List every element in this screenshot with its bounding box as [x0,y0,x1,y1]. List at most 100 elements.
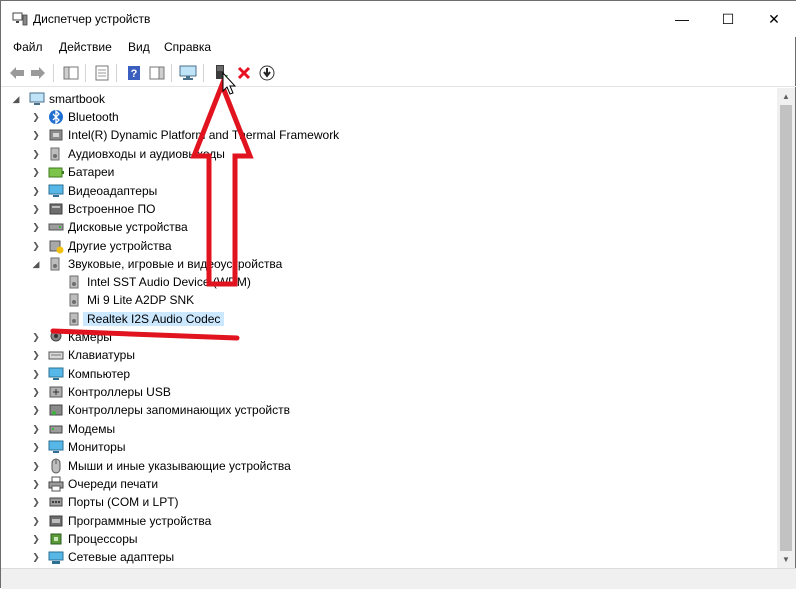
network-adapter-icon [48,551,64,564]
expand-chevron-icon[interactable]: ❯ [31,182,41,200]
expand-chevron-icon[interactable]: ❯ [31,126,41,144]
battery-icon [48,167,64,178]
tree-category-row[interactable]: ❯ Батареи [2,163,402,181]
toolbar: ? [1,59,796,87]
scroll-up-icon[interactable]: ▲ [777,88,795,105]
expand-chevron-icon[interactable]: ❯ [31,530,41,548]
expand-chevron-icon[interactable]: ❯ [31,512,41,530]
tree-category-label: Встроенное ПО [68,202,156,216]
expand-chevron-icon[interactable]: ❯ [31,163,41,181]
tree-category-row[interactable]: ❯ Компьютер [2,365,402,383]
tree-category-label: Камеры [68,330,112,344]
title-bar[interactable]: Диспетчер устройств — ☐ ✕ [1,1,796,37]
tree-category-row[interactable]: ❯ Порты (COM и LPT) [2,493,402,511]
bluetooth-icon [49,109,63,125]
minimize-button[interactable]: — [659,1,705,37]
expand-chevron-icon[interactable]: ❯ [31,365,41,383]
tree-category-row[interactable]: ❯ Камеры [2,328,402,346]
scroll-down-icon[interactable]: ▼ [777,551,795,568]
tree-category-row[interactable]: ❯ Клавиатуры [2,346,402,364]
tree-category-row[interactable]: ❯ Очереди печати [2,475,402,493]
tree-device-row[interactable]: Mi 9 Lite A2DP SNK [2,291,402,309]
tree-category-row[interactable]: ❯ Программные устройства [2,512,402,530]
disable-device-button[interactable] [257,63,277,83]
action-pane-button[interactable] [147,63,167,83]
tree-category-label: Видеоадаптеры [68,184,158,198]
expand-chevron-icon[interactable]: ❯ [31,108,41,126]
menu-view[interactable]: Вид [127,40,151,54]
tree-category-row[interactable]: ❯ Контроллеры USB [2,383,402,401]
tree-category-row[interactable]: ❯ Intel(R) Dynamic Platform and Thermal … [2,126,402,144]
expand-chevron-icon[interactable]: ❯ [31,420,41,438]
storage-controller-icon [49,404,63,416]
tree-category-row[interactable]: ❯ Аудиовходы и аудиовыходы [2,145,402,163]
expand-chevron-icon[interactable]: ❯ [31,328,41,346]
device-tree[interactable]: ◢ smartbook ❯ Bluetooth ❯ Intel(R) Dynam… [2,88,778,568]
tree-category-row[interactable]: ❯ Встроенное ПО [2,200,402,218]
properties-button[interactable] [92,63,112,83]
download-icon [259,65,275,81]
maximize-button[interactable]: ☐ [705,1,751,37]
expand-chevron-icon[interactable]: ❯ [31,438,41,456]
expand-chevron-icon[interactable]: ❯ [31,383,41,401]
tree-device-row-selected[interactable]: Realtek I2S Audio Codec [2,310,402,328]
show-hide-tree-button[interactable] [61,63,81,83]
processor-icon [50,533,62,545]
menu-action[interactable]: Действие [58,40,113,54]
expand-chevron-icon[interactable]: ❯ [31,145,41,163]
device-manager-app-icon [12,12,28,26]
tree-category-row[interactable]: ❯ Bluetooth [2,108,402,126]
tree-category-label: Звуковые, игровые и видеоустройства [68,257,283,271]
help-button[interactable]: ? [124,63,144,83]
close-button[interactable]: ✕ [751,1,796,37]
tree-category-label: Очереди печати [68,477,159,491]
expand-chevron-icon[interactable]: ❯ [31,200,41,218]
monitor-icon [48,440,64,453]
modem-icon [49,425,63,434]
back-button[interactable] [7,63,27,83]
tree-category-row[interactable]: ❯ Дисковые устройства [2,218,402,236]
uninstall-device-button[interactable] [234,63,254,83]
device-manager-window: Диспетчер устройств — ☐ ✕ Файл Действие … [0,0,796,589]
mouse-icon [51,458,61,474]
tree-category-row[interactable]: ❯ Модемы [2,420,402,438]
back-icon [10,67,24,79]
tree-category-row[interactable]: ❯ Видеоадаптеры [2,182,402,200]
forward-button[interactable] [28,63,48,83]
scrollbar-thumb[interactable] [780,105,792,551]
expand-chevron-icon[interactable]: ❯ [31,457,41,475]
update-driver-button[interactable] [211,63,231,83]
speaker-icon [69,312,79,326]
tree-category-row[interactable]: ❯ Мониторы [2,438,402,456]
tree-category-row[interactable]: ❯ Другие устройства [2,237,402,255]
vertical-scrollbar[interactable]: ▲ ▼ [777,88,795,568]
expand-chevron-icon[interactable]: ❯ [31,475,41,493]
tree-category-row[interactable]: ❯ Контроллеры запоминающих устройств [2,401,402,419]
tree-category-row-expanded[interactable]: ◢ Звуковые, игровые и видеоустройства [2,255,402,273]
camera-icon [50,330,62,342]
menu-help[interactable]: Справка [163,40,212,54]
tree-category-row[interactable]: ❯ Сетевые адаптеры [2,548,402,566]
software-device-icon [49,515,63,527]
console-tree-icon [63,66,79,80]
tree-category-label: Intel(R) Dynamic Platform and Thermal Fr… [68,128,340,142]
expand-chevron-icon[interactable]: ❯ [31,346,41,364]
expand-chevron-icon[interactable]: ❯ [31,401,41,419]
expand-chevron-icon[interactable]: ❯ [31,548,41,566]
scan-hardware-button[interactable] [178,63,198,83]
expand-chevron-icon[interactable]: ❯ [31,237,41,255]
tree-category-row[interactable]: ❯ Процессоры [2,530,402,548]
forward-icon [31,67,45,79]
expand-chevron-icon[interactable]: ❯ [31,218,41,236]
keyboard-icon [48,351,64,360]
tree-root-row[interactable]: ◢ smartbook [2,90,302,108]
expand-chevron-icon[interactable]: ❯ [31,493,41,511]
tree-category-row[interactable]: ❯ Мыши и иные указывающие устройства [2,457,402,475]
menu-file[interactable]: Файл [12,40,44,54]
tree-device-row[interactable]: Intel SST Audio Device (WDM) [2,273,402,291]
tree-category-label: Аудиовходы и аудиовыходы [68,147,225,161]
collapse-chevron-icon[interactable]: ◢ [31,255,41,273]
port-icon [49,497,63,507]
collapse-chevron-icon[interactable]: ◢ [11,90,21,108]
properties-icon [95,65,109,81]
